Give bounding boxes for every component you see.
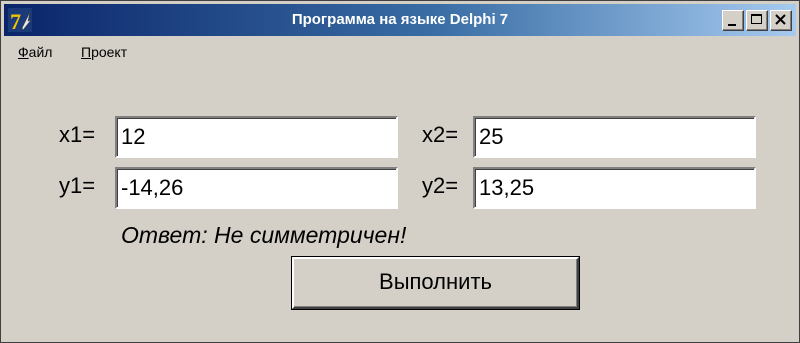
menu-bar: Файл Проект <box>4 38 796 62</box>
y2-input[interactable]: 13,25 <box>473 167 756 209</box>
maximize-icon <box>751 14 762 24</box>
menu-project-label: роект <box>91 44 128 60</box>
menu-file[interactable]: Файл <box>18 44 52 60</box>
close-icon <box>775 14 786 25</box>
menu-project[interactable]: Проект <box>81 44 127 60</box>
answer-text: Ответ: Не симметричен! <box>121 222 407 248</box>
x2-label: x2= <box>422 122 459 147</box>
y1-input[interactable]: -14,26 <box>115 167 398 209</box>
x1-label: x1= <box>59 122 96 147</box>
minimize-icon <box>728 24 736 26</box>
y2-label: y2= <box>422 173 459 198</box>
x2-input[interactable]: 25 <box>473 116 756 158</box>
x1-input[interactable]: 12 <box>115 116 398 158</box>
maximize-button[interactable] <box>746 10 768 31</box>
menu-file-label: айл <box>28 44 53 60</box>
menu-project-accelerator: П <box>81 44 92 60</box>
main-window: 7 Программа на языке Delphi 7 Файл Проек… <box>0 0 800 343</box>
window-title: Программа на языке Delphi 7 <box>291 11 509 28</box>
execute-button[interactable]: Выполнить <box>291 256 580 310</box>
minimize-button[interactable] <box>722 10 744 31</box>
close-button[interactable] <box>770 10 792 31</box>
y1-label: y1= <box>59 173 96 198</box>
title-bar[interactable]: 7 Программа на языке Delphi 7 <box>4 4 796 36</box>
menu-file-accelerator: Ф <box>18 44 29 60</box>
